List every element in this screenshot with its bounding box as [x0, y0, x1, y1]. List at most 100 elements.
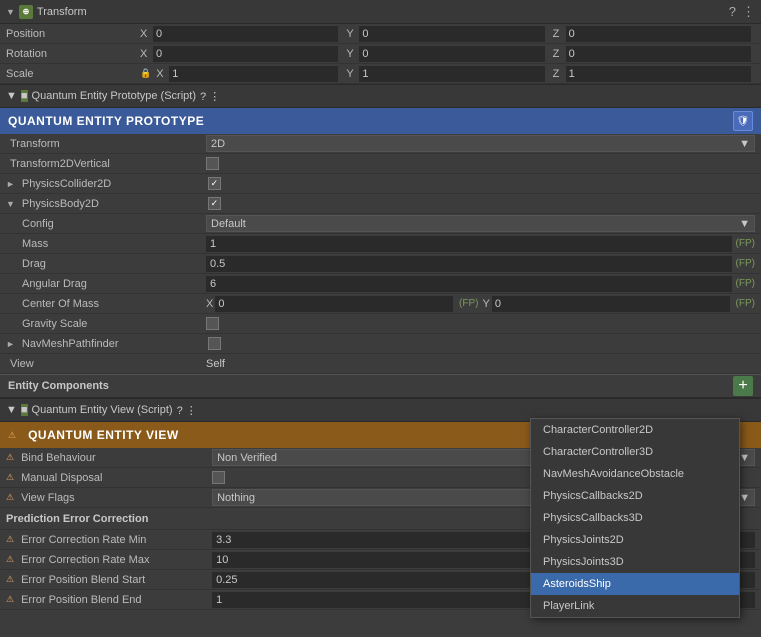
- qep-settings-icon[interactable]: ⋮: [209, 91, 220, 103]
- qep-body-label: PhysicsBody2D: [18, 198, 208, 210]
- rotation-y-input[interactable]: [359, 46, 544, 62]
- transform-header-icons: ? ⋮: [729, 4, 755, 20]
- qep-collider-label: PhysicsCollider2D: [18, 178, 208, 190]
- scale-row: Scale 🔒 X Y Z: [0, 64, 761, 84]
- qev-icon: ■: [21, 404, 28, 416]
- rot-y-lbl: Y: [346, 48, 356, 60]
- qev-bb-label: Bind Behaviour: [17, 452, 212, 464]
- qev-script-title: Quantum Entity View (Script): [32, 404, 173, 416]
- transform-block: Position X Y Z Rotation X Y: [0, 24, 761, 84]
- transform-help-icon[interactable]: ?: [729, 4, 736, 20]
- qev-vf-label: View Flags: [17, 492, 212, 504]
- position-y-field: Y: [342, 26, 548, 42]
- qep-com-y-fp: (FP): [736, 298, 755, 309]
- qep-body-checkbox[interactable]: [208, 197, 221, 210]
- qep-body-row: ▼ PhysicsBody2D: [0, 194, 761, 214]
- qev-epbe-icon: ⚠: [6, 594, 14, 605]
- position-x-label: X: [140, 28, 150, 40]
- position-xyz: X Y Z: [136, 26, 755, 42]
- qep-navmesh-checkbox[interactable]: [208, 337, 221, 350]
- scale-z-lbl: Z: [553, 68, 563, 80]
- qev-md-checkbox[interactable]: [212, 471, 225, 484]
- qev-header-icons: ? ⋮: [177, 404, 197, 417]
- qev-md-label: Manual Disposal: [17, 472, 212, 484]
- qev-help-icon[interactable]: ?: [177, 405, 183, 417]
- scale-x-lbl: X: [156, 68, 166, 80]
- qep-com-y-input[interactable]: [492, 296, 730, 312]
- entity-components-label: Entity Components: [8, 380, 733, 392]
- navmesh-arrow[interactable]: ►: [6, 339, 15, 349]
- qev-ecr-max-icon: ⚠: [6, 554, 14, 565]
- position-x-field: X: [136, 26, 342, 42]
- qep-mass-fp: (FP): [736, 238, 755, 249]
- scale-z-input[interactable]: [566, 66, 751, 82]
- menu-item-charactercontroller3d[interactable]: CharacterController3D: [531, 441, 739, 463]
- position-z-input[interactable]: [566, 26, 751, 42]
- qep-transform-label: Transform: [6, 138, 206, 150]
- qep-transform-value: 2D: [211, 138, 225, 150]
- menu-item-navmeshavoidanceobstacle[interactable]: NavMeshAvoidanceObstacle: [531, 463, 739, 485]
- body-arrow[interactable]: ▼: [6, 199, 15, 209]
- menu-item-playerlink[interactable]: PlayerLink: [531, 595, 739, 617]
- qep-gravity-label: Gravity Scale: [6, 318, 206, 330]
- qep-angulardrag-label: Angular Drag: [6, 278, 206, 290]
- qep-t2dv-checkbox[interactable]: [206, 157, 219, 170]
- menu-item-physicscallbacks2d[interactable]: PhysicsCallbacks2D: [531, 485, 739, 507]
- qep-com-y-field: Y (FP): [483, 296, 756, 312]
- position-row: Position X Y Z: [0, 24, 761, 44]
- qep-transform-dropdown[interactable]: 2D ▼: [206, 135, 755, 152]
- scale-x-input[interactable]: [169, 66, 338, 82]
- position-x-input[interactable]: [153, 26, 338, 42]
- qep-angulardrag-input[interactable]: [206, 276, 732, 292]
- rot-z-lbl: Z: [553, 48, 563, 60]
- qep-com-x-input[interactable]: [215, 296, 453, 312]
- qev-epbs-label: Error Position Blend Start: [17, 574, 212, 586]
- position-z-label: Z: [553, 28, 563, 40]
- qep-gravityscale-row: Gravity Scale: [0, 314, 761, 334]
- qep-com-xy: X (FP) Y (FP): [206, 296, 755, 312]
- qep-transform2dvertical-row: Transform2DVertical: [0, 154, 761, 174]
- qep-drag-input[interactable]: [206, 256, 732, 272]
- position-label: Position: [6, 28, 136, 40]
- scale-xyz: 🔒 X Y Z: [136, 66, 755, 82]
- qep-mass-label: Mass: [6, 238, 206, 250]
- entity-components-row: Entity Components +: [0, 374, 761, 398]
- qep-com-y-lbl: Y: [483, 298, 490, 310]
- transform-fold-arrow[interactable]: ▼: [6, 7, 15, 17]
- menu-item-physicsjoints2d[interactable]: PhysicsJoints2D: [531, 529, 739, 551]
- rotation-z-input[interactable]: [566, 46, 751, 62]
- rotation-x-input[interactable]: [153, 46, 338, 62]
- qev-warning-icon: ⚠: [8, 430, 16, 441]
- qev-ecr-min-label: Error Correction Rate Min: [17, 534, 212, 546]
- position-y-input[interactable]: [359, 26, 544, 42]
- qev-fold-arrow[interactable]: ▼: [6, 404, 17, 416]
- qep-gravity-checkbox[interactable]: [206, 317, 219, 330]
- qep-fold-arrow[interactable]: ▼: [6, 90, 17, 102]
- qep-help-icon[interactable]: ?: [200, 91, 206, 103]
- rot-x-lbl: X: [140, 48, 150, 60]
- qep-collider-checkbox[interactable]: [208, 177, 221, 190]
- transform-settings-icon[interactable]: ⋮: [742, 4, 755, 20]
- qep-centerofmass-row: Center Of Mass X (FP) Y (FP): [0, 294, 761, 314]
- scale-y-input[interactable]: [359, 66, 544, 82]
- collider-arrow[interactable]: ►: [6, 179, 15, 189]
- scale-lock-icon[interactable]: 🔒: [140, 68, 151, 79]
- menu-item-asteroidsship[interactable]: AsteroidsShip: [531, 573, 739, 595]
- qev-settings-icon[interactable]: ⋮: [186, 405, 197, 417]
- qev-bb-warning: ⚠: [6, 452, 14, 463]
- qev-vf-icon: ⚠: [6, 492, 14, 503]
- qep-mass-input[interactable]: [206, 236, 732, 252]
- rotation-xyz: X Y Z: [136, 46, 755, 62]
- position-z-field: Z: [549, 26, 755, 42]
- menu-item-physicscallbacks3d[interactable]: PhysicsCallbacks3D: [531, 507, 739, 529]
- qep-collider-row: ► PhysicsCollider2D: [0, 174, 761, 194]
- qep-view-value: Self: [206, 358, 755, 370]
- qev-epbe-label: Error Position Blend End: [17, 594, 212, 606]
- qep-script-header: ▼ ■ Quantum Entity Prototype (Script) ? …: [0, 84, 761, 108]
- menu-item-charactercontroller2d[interactable]: CharacterController2D: [531, 419, 739, 441]
- qep-config-dropdown[interactable]: Default ▼: [206, 215, 755, 232]
- add-component-button[interactable]: +: [733, 376, 753, 396]
- scale-label: Scale: [6, 68, 136, 80]
- prediction-title: Prediction Error Correction: [6, 513, 148, 525]
- menu-item-physicsjoints3d[interactable]: PhysicsJoints3D: [531, 551, 739, 573]
